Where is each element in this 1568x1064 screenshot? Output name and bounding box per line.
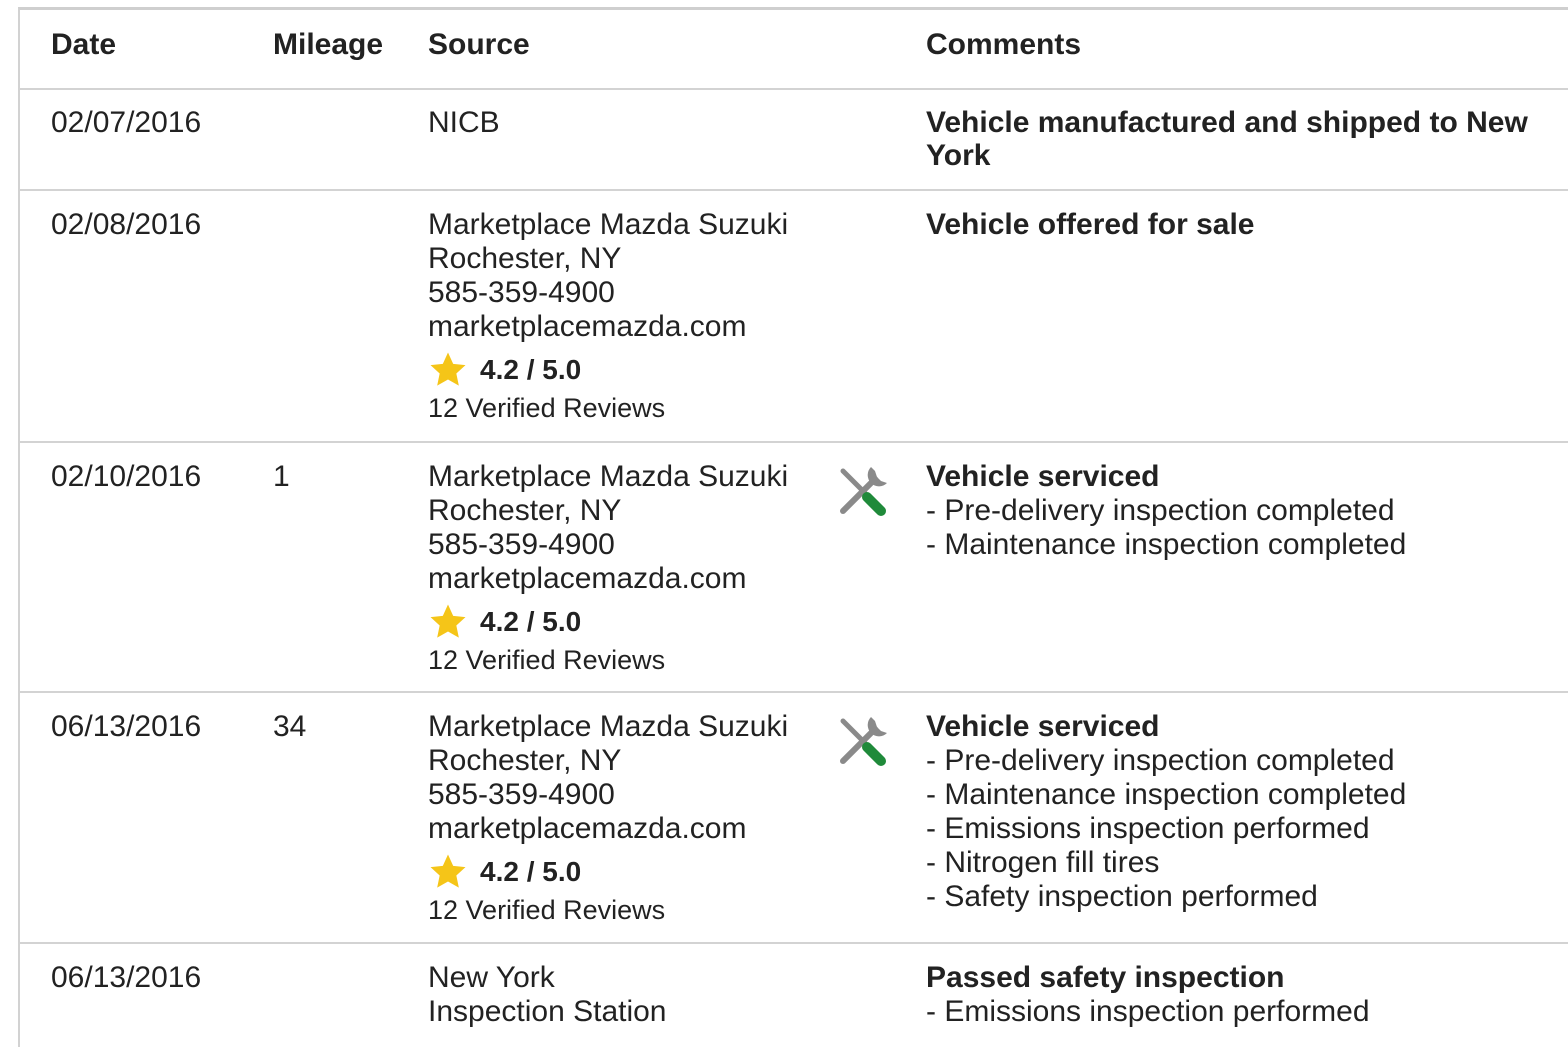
comment-item: Maintenance inspection completed (926, 778, 1566, 812)
row-date: 02/10/2016 (51, 460, 202, 493)
verified-reviews-link[interactable]: 12 Verified Reviews (428, 642, 788, 678)
row-source: Marketplace Mazda Suzuki Rochester, NY 5… (428, 208, 788, 426)
table-row: 06/13/2016 New York Inspection Station P… (20, 944, 1568, 1064)
comment-item: Safety inspection performed (926, 880, 1566, 914)
source-location: Rochester, NY (428, 242, 622, 275)
source-name-line-2: Inspection Station (428, 995, 667, 1028)
source-location: Rochester, NY (428, 744, 622, 777)
comment-item: Emissions inspection performed (926, 812, 1566, 846)
rating-score: 4.2 / 5.0 (480, 856, 582, 887)
row-date: 06/13/2016 (51, 710, 202, 743)
source-name: Marketplace Mazda Suzuki (428, 208, 789, 241)
row-mileage: 1 (273, 460, 290, 493)
row-comments: Vehicle serviced Pre-delivery inspection… (926, 710, 1566, 914)
star-icon (430, 604, 466, 638)
row-source: NICB (428, 106, 500, 140)
comment-item: Pre-delivery inspection completed (926, 494, 1566, 528)
source-phone[interactable]: 585-359-4900 (428, 276, 788, 310)
source-website-link[interactable]: marketplacemazda.com (428, 562, 788, 596)
source-name: Marketplace Mazda Suzuki (428, 710, 789, 743)
table-row: 02/10/2016 1 Marketplace Mazda Suzuki Ro… (20, 443, 1568, 693)
row-comments: Vehicle offered for sale (926, 208, 1566, 242)
row-date: 02/07/2016 (51, 106, 202, 139)
row-source: New York Inspection Station (428, 961, 667, 1029)
row-date: 06/13/2016 (51, 961, 202, 994)
rating-score: 4.2 / 5.0 (480, 606, 582, 637)
verified-reviews-link[interactable]: 12 Verified Reviews (428, 390, 788, 426)
row-date: 02/08/2016 (51, 208, 202, 241)
row-comments: Vehicle serviced Pre-delivery inspection… (926, 460, 1566, 562)
table-row: 02/08/2016 Marketplace Mazda Suzuki Roch… (20, 191, 1568, 443)
row-source: Marketplace Mazda Suzuki Rochester, NY 5… (428, 710, 788, 928)
comment-title: Vehicle offered for sale (926, 208, 1255, 241)
source-name: New York (428, 961, 555, 994)
comment-title: Vehicle serviced (926, 710, 1160, 743)
header-mileage: Mileage (273, 28, 384, 61)
comment-item: Pre-delivery inspection completed (926, 744, 1566, 778)
header-comments: Comments (926, 28, 1082, 61)
source-location: Rochester, NY (428, 494, 622, 527)
dealer-rating: 4.2 / 5.0 (428, 350, 788, 390)
rating-score: 4.2 / 5.0 (480, 354, 582, 385)
source-name: NICB (428, 106, 500, 139)
row-comments: Vehicle manufactured and shipped to New … (926, 106, 1566, 172)
source-phone[interactable]: 585-359-4900 (428, 528, 788, 562)
row-mileage: 34 (273, 710, 307, 743)
dealer-rating: 4.2 / 5.0 (428, 852, 788, 892)
table-row: 02/07/2016 NICB Vehicle manufactured and… (20, 90, 1568, 191)
row-comments: Passed safety inspection Emissions inspe… (926, 961, 1566, 1029)
comment-item: Nitrogen fill tires (926, 846, 1566, 880)
comment-title: Vehicle manufactured and shipped to New … (926, 106, 1528, 172)
table-header: Date Mileage Source Comments (20, 10, 1568, 90)
table-row: 06/13/2016 34 Marketplace Mazda Suzuki R… (20, 693, 1568, 944)
star-icon (430, 352, 466, 386)
source-website-link[interactable]: marketplacemazda.com (428, 812, 788, 846)
star-icon (430, 854, 466, 888)
comment-title: Passed safety inspection (926, 961, 1285, 994)
source-name: Marketplace Mazda Suzuki (428, 460, 789, 493)
header-source: Source (428, 28, 530, 61)
comment-item: Maintenance inspection completed (926, 528, 1566, 562)
comment-item: Emissions inspection performed (926, 995, 1566, 1029)
source-phone[interactable]: 585-359-4900 (428, 778, 788, 812)
history-table: Date Mileage Source Comments 02/07/2016 … (18, 7, 1568, 1047)
verified-reviews-link[interactable]: 12 Verified Reviews (428, 892, 788, 928)
comment-title: Vehicle serviced (926, 460, 1160, 493)
service-tools-icon (840, 717, 887, 766)
dealer-rating: 4.2 / 5.0 (428, 602, 788, 642)
row-source: Marketplace Mazda Suzuki Rochester, NY 5… (428, 460, 788, 678)
service-tools-icon (840, 467, 887, 516)
header-date: Date (51, 28, 117, 61)
source-website-link[interactable]: marketplacemazda.com (428, 310, 788, 344)
